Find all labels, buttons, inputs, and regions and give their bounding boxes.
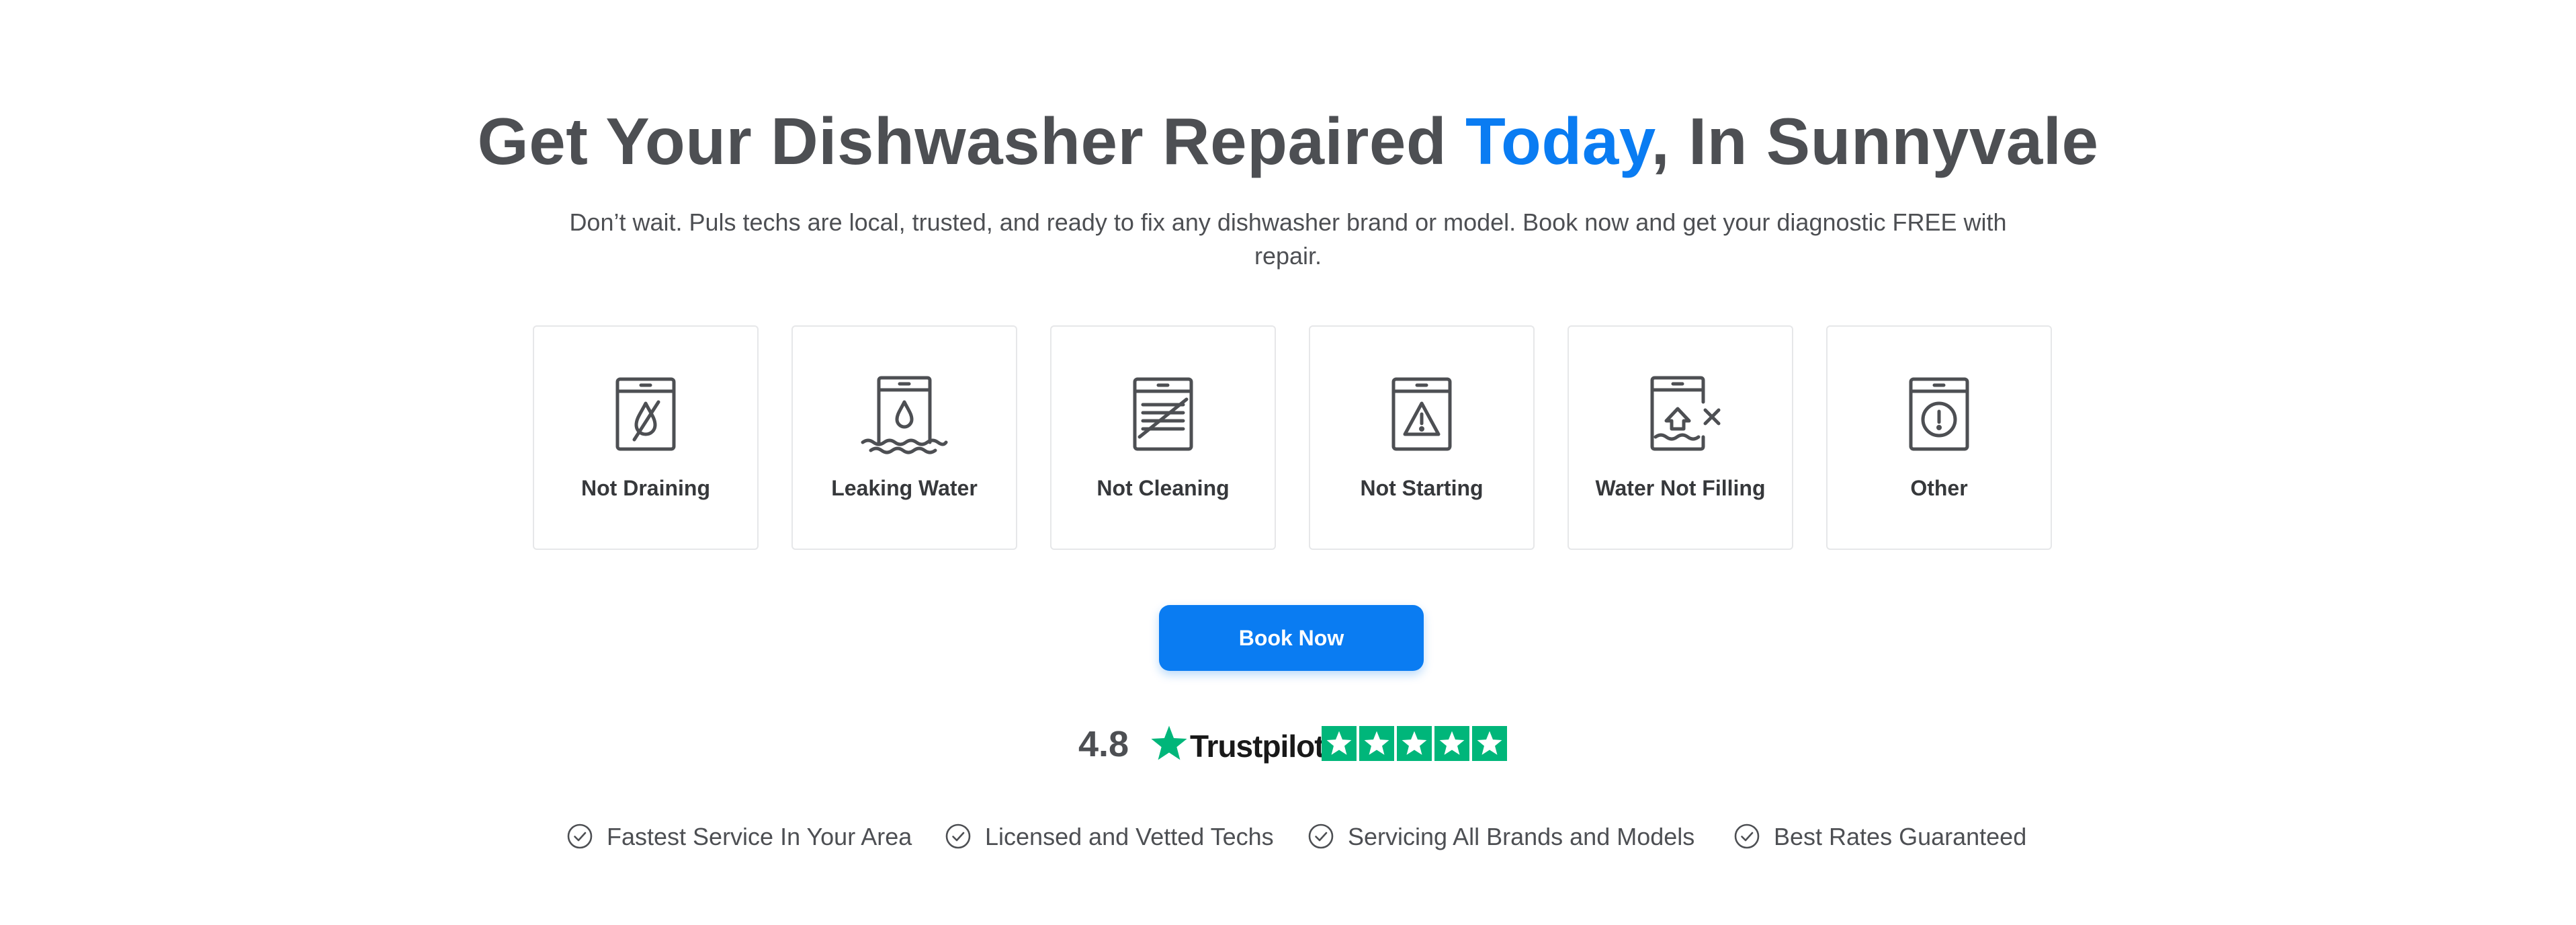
feature-text: Licensed and Vetted Techs	[985, 823, 1274, 850]
star-icon	[1397, 726, 1432, 761]
issue-card-label: Not Draining	[581, 476, 710, 500]
issue-cards: Not Draining Leaking Water Not Cleaning …	[533, 325, 2052, 553]
rating-stars	[1322, 726, 1510, 764]
check-circle-icon	[1733, 823, 1760, 850]
page-subtitle: Don’t wait. Puls techs are local, truste…	[569, 208, 2007, 270]
star-icon	[1322, 726, 1357, 761]
rating-score: 4.8	[1078, 724, 1129, 764]
issue-card-other[interactable]: Other	[1826, 325, 2052, 550]
issue-card-label: Leaking Water	[831, 476, 978, 500]
issue-card-label: Not Starting	[1360, 476, 1484, 500]
star-icon	[1359, 726, 1394, 761]
issue-card-label: Water Not Filling	[1595, 476, 1766, 500]
title-prefix: Get Your Dishwasher Repaired	[477, 104, 1465, 178]
feature-text: Best Rates Guaranteed	[1774, 823, 2027, 850]
title-accent: Today	[1465, 104, 1651, 178]
book-now-button[interactable]: Book Now	[1159, 605, 1424, 671]
issue-card-not-cleaning[interactable]: Not Cleaning	[1050, 325, 1276, 550]
check-circle-icon	[1307, 823, 1334, 850]
trustpilot-logo-text: Trustpilot	[1190, 729, 1325, 764]
trustpilot-logo-star-icon	[1150, 723, 1189, 762]
issue-card-water-not-filling[interactable]: Water Not Filling	[1568, 325, 1793, 550]
feature-text: Fastest Service In Your Area	[607, 823, 912, 850]
check-circle-icon	[945, 823, 972, 850]
dishwasher-dirty-dishes-icon	[1119, 375, 1207, 456]
dishwasher-leak-icon	[861, 375, 948, 456]
dishwasher-repair-section: Get Your Dishwasher Repaired Today, In S…	[0, 0, 2576, 925]
feature-list: Fastest Service In Your Area Licensed an…	[0, 820, 2576, 854]
dishwasher-no-drain-icon	[602, 375, 689, 456]
title-suffix: , In Sunnyvale	[1651, 104, 2099, 178]
issue-card-label: Not Cleaning	[1097, 476, 1230, 500]
star-icon	[1434, 726, 1469, 761]
dishwasher-no-fill-icon	[1637, 375, 1724, 456]
dishwasher-warning-icon	[1378, 375, 1465, 456]
issue-card-not-starting[interactable]: Not Starting	[1309, 325, 1535, 550]
check-circle-icon	[566, 823, 593, 850]
trustpilot-rating[interactable]: 4.8 Trustpilot	[1078, 721, 1508, 768]
dishwasher-exclamation-icon	[1895, 375, 1983, 456]
issue-card-leaking-water[interactable]: Leaking Water	[791, 325, 1017, 550]
star-icon	[1472, 726, 1507, 761]
feature-text: Servicing All Brands and Models	[1348, 823, 1695, 850]
page-title: Get Your Dishwasher Repaired Today, In S…	[0, 101, 2576, 182]
issue-card-not-draining[interactable]: Not Draining	[533, 325, 759, 550]
issue-card-label: Other	[1910, 476, 1968, 500]
